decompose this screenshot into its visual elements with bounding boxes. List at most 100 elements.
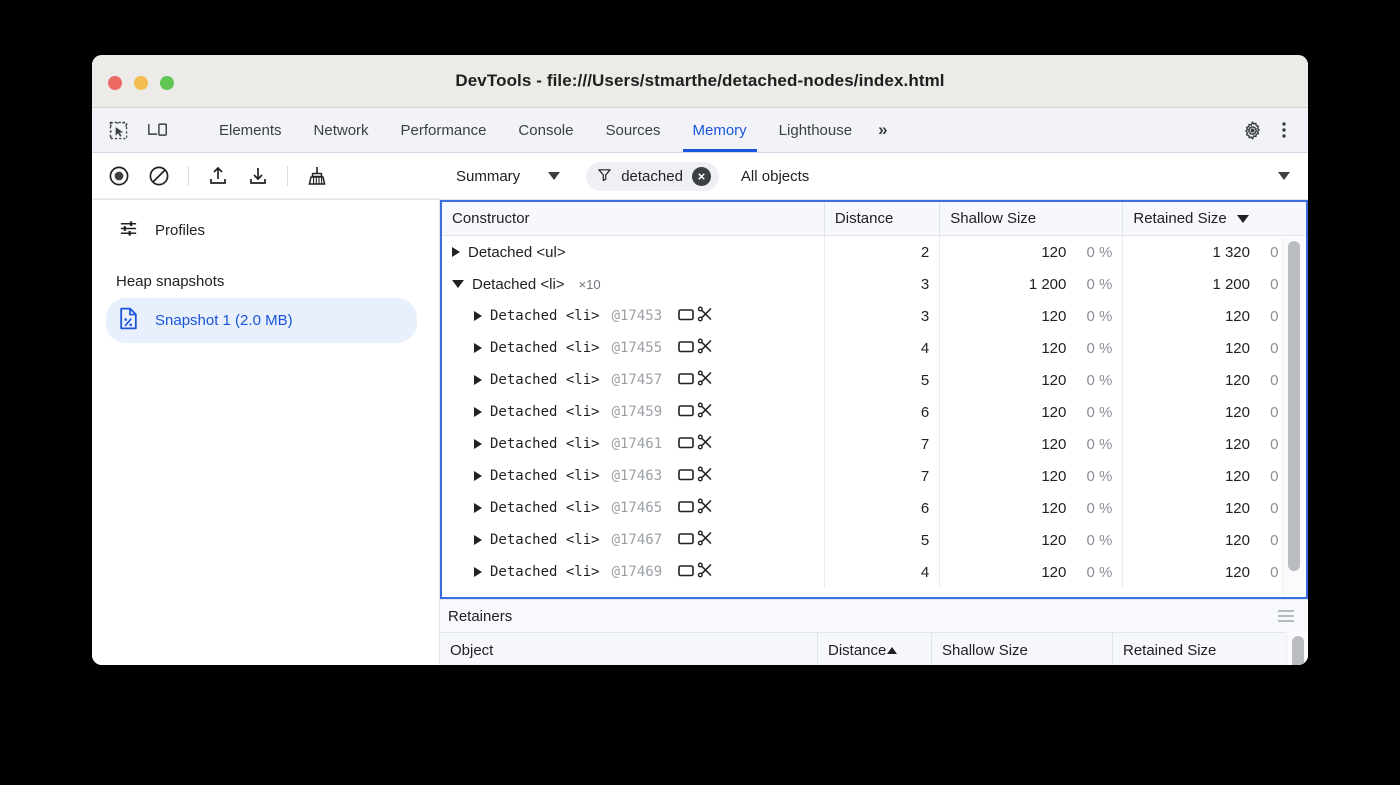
tab-label: Sources (605, 122, 660, 139)
expander-closed-icon[interactable] (474, 407, 482, 417)
retainers-title: Retainers (448, 608, 512, 625)
record-icon[interactable] (104, 161, 134, 191)
retained-size-value: 120 (1225, 500, 1250, 517)
expander-closed-icon[interactable] (474, 375, 482, 385)
tab-elements[interactable]: Elements (203, 108, 298, 152)
table-row[interactable]: Detached <li>@1745541200 %1200 % (442, 332, 1306, 364)
gear-icon[interactable] (1238, 116, 1266, 144)
expander-open-icon[interactable] (452, 280, 464, 288)
tab-performance[interactable]: Performance (385, 108, 503, 152)
retainers-column-object[interactable]: Object (440, 633, 818, 665)
load-profile-icon[interactable] (203, 161, 233, 191)
table-row[interactable]: Detached <li>@1746561200 %1200 % (442, 492, 1306, 524)
dom-node-badge-icon[interactable] (678, 564, 694, 581)
object-id: @17453 (612, 308, 663, 324)
cell-constructor: Detached <li>@17467 (442, 524, 824, 556)
expander-closed-icon[interactable] (474, 535, 482, 545)
scissors-detached-icon[interactable] (697, 338, 713, 358)
column-header-retained-size[interactable]: Retained Size (1123, 202, 1306, 236)
tab-sources[interactable]: Sources (589, 108, 676, 152)
cell-shallow-size: 1200 % (940, 236, 1123, 269)
object-scope-select[interactable]: All objects (739, 164, 1294, 189)
distance-value: 3 (921, 276, 929, 293)
memory-main-panel: Constructor Distance Shallow Size Retain… (440, 200, 1308, 665)
scrollbar-thumb[interactable] (1288, 241, 1300, 571)
class-filter-chip[interactable]: detached (586, 162, 719, 191)
constructors-scrollbar[interactable] (1282, 238, 1304, 595)
table-row[interactable]: Detached <li>@1745331200 %1200 % (442, 300, 1306, 332)
scissors-detached-icon[interactable] (697, 466, 713, 486)
dom-node-badge-icon[interactable] (678, 436, 694, 453)
scrollbar-thumb[interactable] (1292, 636, 1304, 665)
collect-garbage-broom-icon[interactable] (302, 161, 332, 191)
tab-memory[interactable]: Memory (677, 108, 763, 152)
memory-toolbar-divider-1 (188, 166, 189, 186)
retainers-scrollbar[interactable] (1286, 632, 1308, 665)
column-header-constructor[interactable]: Constructor (442, 202, 824, 236)
scissors-detached-icon[interactable] (697, 498, 713, 518)
table-row[interactable]: Detached <li>@1746171200 %1200 % (442, 428, 1306, 460)
shallow-size-value: 120 (1041, 436, 1066, 453)
expander-closed-icon[interactable] (474, 311, 482, 321)
dom-node-badge-icon[interactable] (678, 468, 694, 485)
tab-bar-right-icons (1225, 108, 1308, 152)
expander-closed-icon[interactable] (452, 247, 460, 257)
dom-node-badge-icon[interactable] (678, 532, 694, 549)
column-header-shallow-size[interactable]: Shallow Size (940, 202, 1123, 236)
table-row[interactable]: Detached <li>@1746371200 %1200 % (442, 460, 1306, 492)
more-tabs-chevron-icon[interactable]: » (868, 108, 897, 152)
cell-shallow-size: 1200 % (940, 428, 1123, 460)
shallow-size-percent: 0 % (1070, 308, 1112, 325)
dom-node-badge-icon[interactable] (678, 404, 694, 421)
shallow-size-value: 120 (1041, 308, 1066, 325)
dom-node-badge-icon[interactable] (678, 308, 694, 325)
save-profile-icon[interactable] (243, 161, 273, 191)
table-row[interactable]: Detached <li>@1745751200 %1200 % (442, 364, 1306, 396)
cell-distance: 7 (824, 460, 939, 492)
scissors-detached-icon[interactable] (697, 530, 713, 550)
shallow-size-value: 1 200 (1029, 276, 1067, 293)
cell-distance: 4 (824, 332, 939, 364)
expander-closed-icon[interactable] (474, 567, 482, 577)
three-dot-menu-icon[interactable] (1270, 116, 1298, 144)
dom-node-badge-icon[interactable] (678, 340, 694, 357)
clear-filter-icon[interactable] (692, 167, 711, 186)
retainers-column-retained-size[interactable]: Retained Size (1113, 633, 1294, 665)
scissors-detached-icon[interactable] (697, 402, 713, 422)
scissors-detached-icon[interactable] (697, 306, 713, 326)
table-row[interactable]: Detached <li>@1746751200 %1200 % (442, 524, 1306, 556)
tab-label: Console (518, 122, 573, 139)
inspect-element-icon[interactable] (104, 116, 132, 144)
device-toolbar-icon[interactable] (144, 116, 172, 144)
table-row[interactable]: Detached <li>@1746941200 %1200 % (442, 556, 1306, 588)
scissors-detached-icon[interactable] (697, 562, 713, 582)
retainers-column-shallow-size[interactable]: Shallow Size (932, 633, 1113, 665)
scissors-detached-icon[interactable] (697, 370, 713, 390)
expander-closed-icon[interactable] (474, 343, 482, 353)
minimize-window-button[interactable] (134, 76, 148, 90)
clear-icon[interactable] (144, 161, 174, 191)
tab-lighthouse[interactable]: Lighthouse (763, 108, 868, 152)
tab-network[interactable]: Network (298, 108, 385, 152)
retainers-column-distance[interactable]: Distance (818, 633, 932, 665)
dom-node-badge-icon[interactable] (678, 500, 694, 517)
expander-closed-icon[interactable] (474, 439, 482, 449)
sidebar-item-snapshot-1[interactable]: Snapshot 1 (2.0 MB) (106, 298, 417, 343)
cell-constructor: Detached <li>@17455 (442, 332, 824, 364)
table-row[interactable]: Detached <li>×1031 2000 %1 2000 % (442, 268, 1306, 300)
hamburger-menu-icon[interactable] (1278, 610, 1294, 622)
cell-distance: 5 (824, 364, 939, 396)
expander-closed-icon[interactable] (474, 503, 482, 513)
column-header-distance[interactable]: Distance (824, 202, 939, 236)
view-mode-select[interactable]: Summary (450, 164, 566, 189)
close-window-button[interactable] (108, 76, 122, 90)
table-row[interactable]: Detached <li>@1745961200 %1200 % (442, 396, 1306, 428)
expander-closed-icon[interactable] (474, 471, 482, 481)
table-row[interactable]: Detached <ul>21200 %1 3200 % (442, 236, 1306, 269)
sidebar-item-profiles[interactable]: Profiles (92, 208, 439, 253)
scissors-detached-icon[interactable] (697, 434, 713, 454)
distance-value: 4 (921, 564, 929, 581)
maximize-window-button[interactable] (160, 76, 174, 90)
dom-node-badge-icon[interactable] (678, 372, 694, 389)
tab-console[interactable]: Console (502, 108, 589, 152)
